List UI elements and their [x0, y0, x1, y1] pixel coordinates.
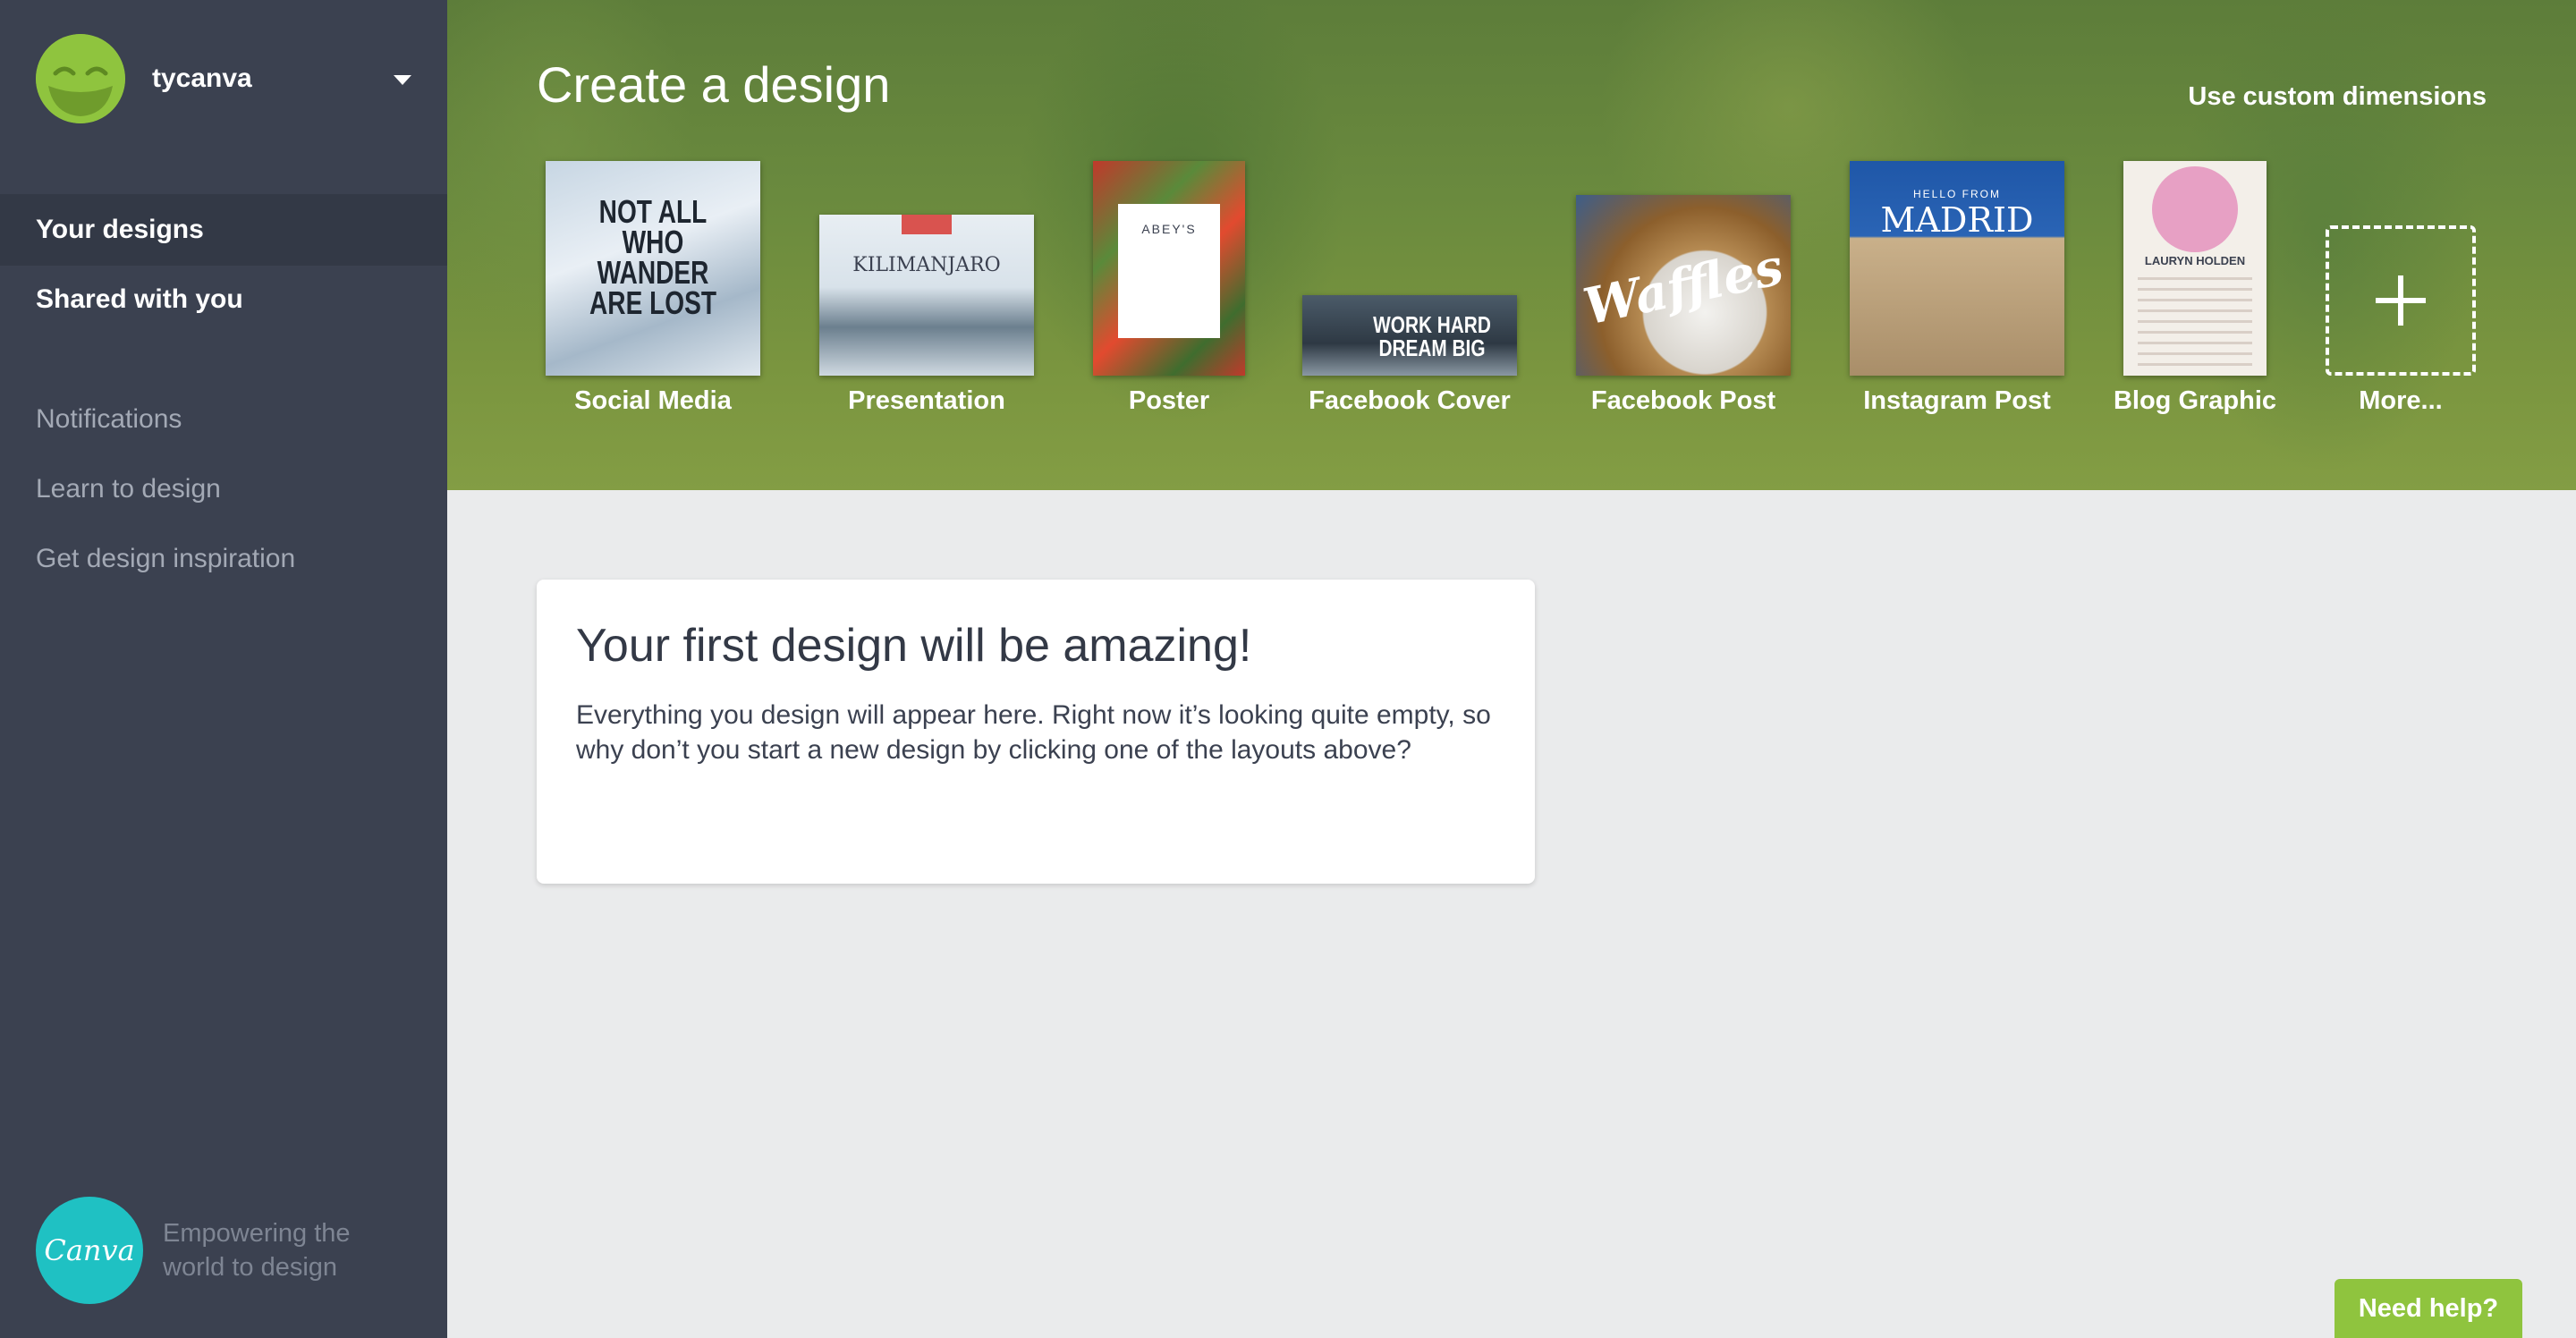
smiley-face-icon — [36, 34, 125, 123]
sidebar-link-design-inspiration[interactable]: Get design inspiration — [36, 544, 295, 574]
layout-thumb-presentation[interactable]: KILIMANJARO — [819, 215, 1034, 376]
brand-footer: Canva Empowering the world to design — [36, 1197, 395, 1304]
layout-label-social-media[interactable]: Social Media — [574, 386, 732, 416]
sidebar-item-shared-with-you[interactable]: Shared with you — [0, 264, 447, 335]
profile-photo — [2152, 166, 2238, 252]
layout-label-blog-graphic[interactable]: Blog Graphic — [2114, 386, 2276, 416]
layout-label-poster[interactable]: Poster — [1129, 386, 1209, 416]
chevron-down-icon[interactable] — [394, 75, 411, 85]
thumb-caption: LAURYN HOLDEN — [2144, 254, 2246, 267]
plus-icon — [2376, 275, 2426, 326]
sidebar-item-label: Your designs — [36, 215, 204, 244]
sidebar-link-notifications[interactable]: Notifications — [36, 404, 182, 435]
thumb-caption: Waffles — [1578, 237, 1789, 337]
layout-thumb-poster[interactable]: ABEY'S — [1093, 161, 1245, 376]
empty-state-title: Your first design will be amazing! — [576, 620, 1252, 672]
empty-state-message: Everything you design will appear here. … — [576, 700, 1491, 765]
canva-logo[interactable]: Canva — [36, 1197, 143, 1304]
user-menu[interactable]: tycanva — [36, 34, 252, 123]
layout-thumb-social-media[interactable]: NOT ALL WHO WANDER ARE LOST — [546, 161, 760, 376]
thumb-caption: MADRID — [1880, 200, 2034, 240]
custom-dimensions-link[interactable]: Use custom dimensions — [2188, 82, 2487, 112]
create-design-header: Create a design Use custom dimensions NO… — [447, 0, 2576, 490]
brand-tagline: Empowering the world to design — [163, 1219, 351, 1282]
thumb-caption: KILIMANJARO — [852, 254, 1001, 276]
text-lines — [2138, 277, 2252, 367]
sidebar: tycanva Your designs Shared with you Not… — [0, 0, 469, 1338]
layout-label-presentation[interactable]: Presentation — [848, 386, 1005, 416]
layout-label-facebook-cover[interactable]: Facebook Cover — [1309, 386, 1511, 416]
layout-thumb-facebook-post[interactable]: Waffles — [1576, 195, 1791, 376]
sidebar-item-your-designs[interactable]: Your designs — [0, 194, 469, 266]
sidebar-link-learn-to-design[interactable]: Learn to design — [36, 474, 221, 504]
need-help-button[interactable]: Need help? — [2334, 1279, 2522, 1338]
layout-thumb-facebook-cover[interactable]: WORK HARD DREAM BIG — [1302, 295, 1517, 376]
layout-label-more[interactable]: More... — [2359, 386, 2442, 416]
thumb-caption: WORK HARD DREAM BIG — [1373, 311, 1491, 361]
layout-label-instagram-post[interactable]: Instagram Post — [1863, 386, 2051, 416]
avatar[interactable] — [36, 34, 125, 123]
thumb-caption: NOT ALL WHO WANDER ARE LOST — [589, 193, 716, 321]
more-layouts-button[interactable] — [2326, 225, 2476, 376]
empty-state-card: Your first design will be amazing! Every… — [537, 580, 1535, 884]
username[interactable]: tycanva — [152, 64, 252, 94]
thumb-caption: ABEY'S — [1141, 222, 1197, 236]
date-ribbon — [902, 215, 952, 234]
sidebar-item-label: Shared with you — [36, 284, 243, 314]
layout-thumb-instagram-post[interactable]: HELLO FROM MADRID — [1850, 161, 2064, 376]
page-title: Create a design — [537, 56, 891, 113]
thumb-subcaption: HELLO FROM — [1912, 188, 2001, 200]
layout-thumb-blog-graphic[interactable]: LAURYN HOLDEN — [2123, 161, 2267, 376]
layout-label-facebook-post[interactable]: Facebook Post — [1591, 386, 1775, 416]
